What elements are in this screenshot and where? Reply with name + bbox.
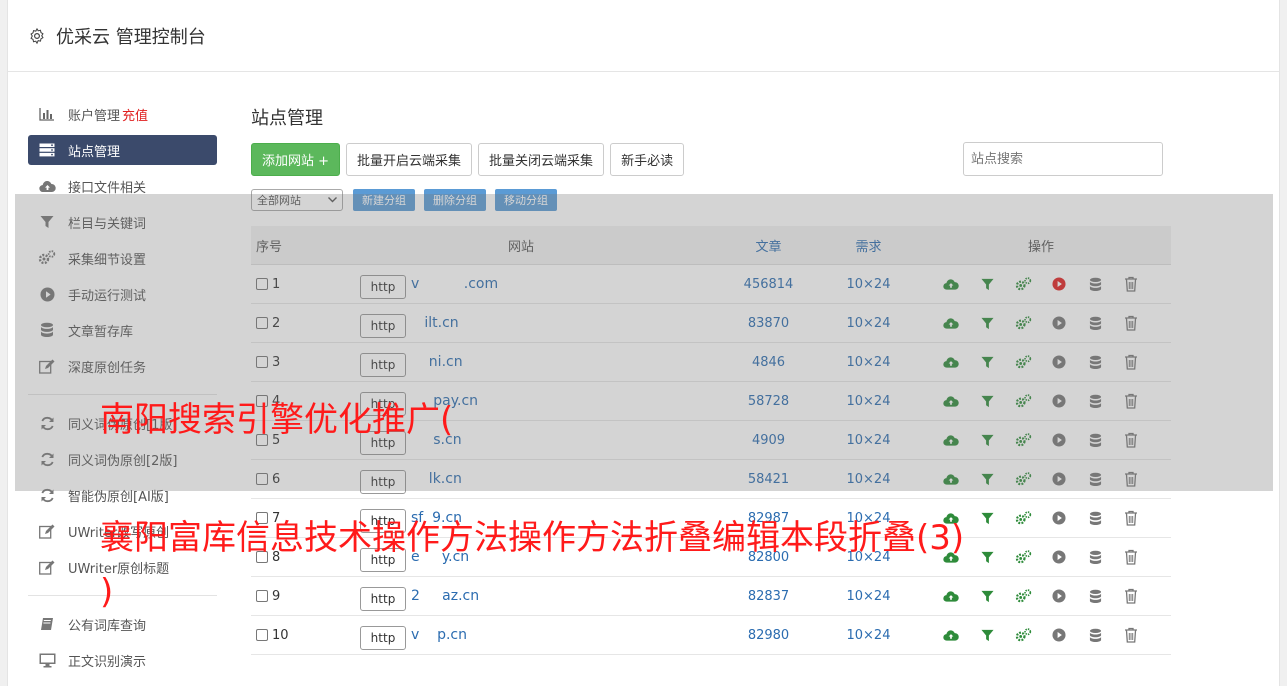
app-title: 优采云 管理控制台	[56, 26, 206, 48]
row-number: 9	[272, 588, 281, 604]
sidebar-divider	[28, 595, 217, 596]
play-icon[interactable]	[1050, 626, 1068, 644]
filter-icon[interactable]	[978, 587, 996, 605]
protocol-badge[interactable]: http	[360, 587, 406, 611]
site-link[interactable]: 2 az.cn	[411, 588, 479, 604]
gears-icon[interactable]	[1014, 509, 1032, 527]
trash-icon[interactable]	[1122, 587, 1140, 605]
sidebar-item-label: 公有词库查询	[68, 618, 147, 634]
table-row: 10 http v p.cn 82980 10×24	[251, 616, 1171, 655]
table-row: 9 http 2 az.cn 82837 10×24	[251, 577, 1171, 616]
sidebar-item-13[interactable]: 公有词库查询	[28, 606, 217, 642]
filter-icon[interactable]	[978, 548, 996, 566]
site-search-input[interactable]	[963, 142, 1163, 176]
header: 优采云 管理控制台	[8, 0, 1279, 72]
protocol-badge[interactable]: http	[360, 626, 406, 650]
edit-icon	[38, 522, 56, 540]
monitor-icon	[38, 651, 56, 669]
add-site-button[interactable]: 添加网站 +	[251, 142, 341, 176]
sidebar-item-label: UWriter原创标题	[68, 561, 170, 577]
site-cell: http v p.cn	[331, 620, 711, 650]
sidebar-item-label: 账户管理	[68, 108, 121, 124]
site-cell: http 2 az.cn	[331, 581, 711, 611]
batch-open-cloud-button[interactable]: 批量开启云端采集	[346, 142, 473, 176]
row-number-cell: 9	[251, 589, 331, 604]
gears-icon[interactable]	[1014, 548, 1032, 566]
trash-icon[interactable]	[1122, 509, 1140, 527]
play-icon[interactable]	[1050, 509, 1068, 527]
guide-button[interactable]: 新手必读	[610, 142, 685, 176]
sidebar-item-label: 正文识别演示	[68, 654, 147, 670]
gray-overlay	[15, 194, 1273, 491]
cloud-upload-icon[interactable]	[942, 626, 960, 644]
server-icon	[38, 141, 56, 159]
database-icon[interactable]	[1086, 587, 1104, 605]
play-icon[interactable]	[1050, 548, 1068, 566]
row-number-cell: 10	[251, 628, 331, 643]
batch-close-cloud-button[interactable]: 批量关闭云端采集	[478, 142, 605, 176]
article-count[interactable]: 82980	[711, 628, 826, 643]
row-number: 10	[272, 627, 289, 643]
trash-icon[interactable]	[1122, 626, 1140, 644]
sidebar-item-14[interactable]: 正文识别演示	[28, 642, 217, 678]
sidebar-item-label: 接口文件相关	[68, 180, 147, 196]
sidebar-item-1[interactable]: 站点管理	[28, 135, 217, 165]
watermark-line-2: 襄阳富库信息技术操作方法操作方法折叠编辑本段折叠(3)	[100, 518, 965, 558]
sidebar-item-label: 站点管理	[68, 144, 121, 160]
article-count[interactable]: 82837	[711, 589, 826, 604]
watermark-line-3: )	[100, 572, 114, 612]
cloud-upload-icon[interactable]	[942, 587, 960, 605]
watermark-line-1: 南阳搜索引擎优化推广(	[100, 400, 454, 440]
book-icon	[38, 615, 56, 633]
gears-icon[interactable]	[1014, 626, 1032, 644]
need-value[interactable]: 10×24	[826, 589, 911, 604]
filter-icon[interactable]	[978, 626, 996, 644]
need-value[interactable]: 10×24	[826, 628, 911, 643]
gear-icon	[30, 27, 44, 44]
recharge-badge[interactable]: 充值	[122, 105, 148, 124]
page-title: 站点管理	[251, 108, 323, 129]
filter-icon[interactable]	[978, 509, 996, 527]
edit-icon	[38, 558, 56, 576]
database-icon[interactable]	[1086, 509, 1104, 527]
play-icon[interactable]	[1050, 587, 1068, 605]
row-checkbox[interactable]	[256, 629, 268, 641]
site-link[interactable]: v p.cn	[411, 627, 467, 643]
sidebar-item-0[interactable]: 账户管理 充值	[28, 96, 217, 132]
database-icon[interactable]	[1086, 548, 1104, 566]
row-actions	[911, 626, 1171, 644]
trash-icon[interactable]	[1122, 548, 1140, 566]
row-checkbox[interactable]	[256, 590, 268, 602]
cloud-upload-icon	[38, 177, 56, 195]
database-icon[interactable]	[1086, 626, 1104, 644]
toolbar: 添加网站 + 批量开启云端采集 批量关闭云端采集 新手必读	[251, 142, 1171, 176]
bar-chart-icon	[38, 105, 56, 123]
row-actions	[911, 587, 1171, 605]
gears-icon[interactable]	[1014, 587, 1032, 605]
